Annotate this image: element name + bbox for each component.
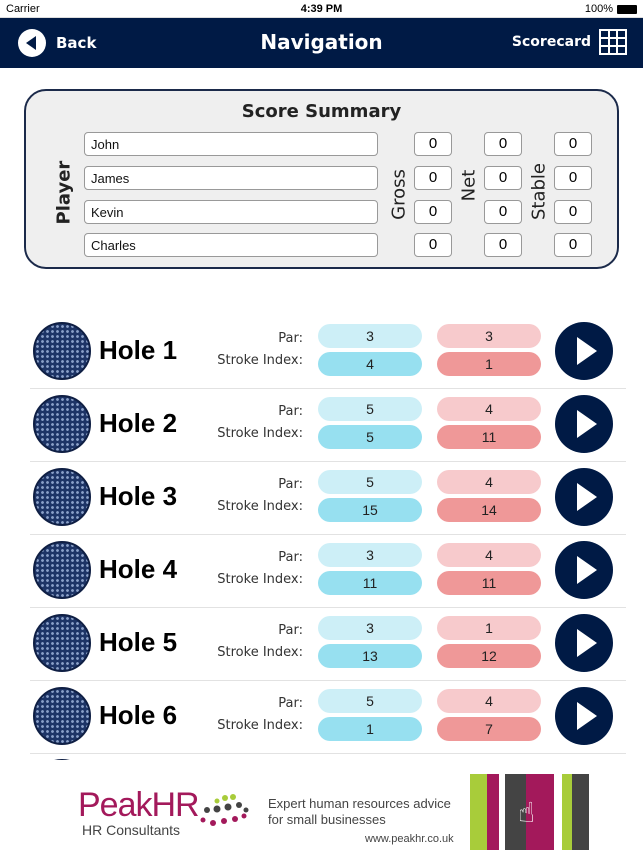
hole-row: Hole 5 Par: Stroke Index: 3 13 1 12 [30,608,626,681]
par-ladies: 4 [437,689,541,713]
gross-score-field[interactable]: 0 [414,233,452,257]
hole-name: Hole 6 [99,700,178,730]
net-label: Net [458,169,480,202]
par-ladies: 4 [437,543,541,567]
player-name-input[interactable]: John [84,132,378,156]
par-ladies: 3 [437,324,541,348]
hole-row: Hole 2 Par: Stroke Index: 5 5 4 11 [30,389,626,462]
golf-ball-icon [33,468,91,526]
stroke-index-mens: 1 [318,717,422,741]
hole-row: Hole 1 Par: Stroke Index: 3 4 3 1 [30,316,626,389]
ad-tagline-2: for small businesses [268,812,386,827]
stroke-index-mens: 4 [318,352,422,376]
summary-title: Score Summary [241,101,402,122]
net-score-field[interactable]: 0 [484,166,522,190]
par-ladies: 1 [437,616,541,640]
play-hole-button[interactable] [555,322,613,380]
gross-score-field[interactable]: 0 [414,132,452,156]
player-name-input[interactable]: Kevin [84,200,378,224]
stroke-index-label: Stroke Index: [217,718,303,733]
nav-bar: Back Navigation Scorecard [0,18,643,68]
golf-ball-icon [33,541,91,599]
ad-brand: PeakHR [78,786,200,824]
stroke-index-ladies: 7 [437,717,541,741]
net-score-field[interactable]: 0 [484,233,522,257]
stroke-index-mens: 13 [318,644,422,668]
hole-name: Hole 1 [99,335,178,365]
stroke-index-label: Stroke Index: [217,499,303,514]
net-score-field[interactable]: 0 [484,200,522,224]
stable-score-field[interactable]: 0 [554,166,592,190]
hole-row: Hole 6 Par: Stroke Index: 5 1 4 7 [30,681,626,754]
dots-logo-icon [200,794,249,826]
stable-score-field[interactable]: 0 [554,132,592,156]
play-hole-button[interactable] [555,395,613,453]
hole-name: Hole 4 [99,554,178,584]
hole-row: Hole 3 Par: Stroke Index: 5 15 4 14 [30,462,626,535]
stroke-index-ladies: 12 [437,644,541,668]
par-mens: 5 [318,689,422,713]
net-score-field[interactable]: 0 [484,132,522,156]
play-hole-button[interactable] [555,468,613,526]
hole-row: Hole 4 Par: Stroke Index: 3 11 4 11 [30,535,626,608]
stroke-index-label: Stroke Index: [217,426,303,441]
par-label: Par: [278,404,303,419]
stable-label: Stable [528,163,550,221]
stable-score-field[interactable]: 0 [554,200,592,224]
par-label: Par: [278,550,303,565]
pointer-hand-icon: ☝ [518,796,536,829]
stroke-index-ladies: 11 [437,571,541,595]
par-label: Par: [278,477,303,492]
par-mens: 5 [318,397,422,421]
stroke-index-mens: 15 [318,498,422,522]
stroke-index-label: Stroke Index: [217,572,303,587]
par-ladies: 4 [437,470,541,494]
stroke-index-label: Stroke Index: [217,353,303,368]
par-label: Par: [278,331,303,346]
par-mens: 3 [318,616,422,640]
ad-graphic: ☝ [470,774,590,850]
ad-url: www.peakhr.co.uk [365,833,454,845]
golf-ball-icon [33,395,91,453]
par-mens: 5 [318,470,422,494]
battery-percent: 100% [584,3,613,15]
ad-banner[interactable]: PeakHR HR Consultants Expert human resou… [0,760,643,858]
clock: 4:39 PM [300,3,343,15]
ad-tagline-1: Expert human resources advice [268,796,451,811]
status-bar: Carrier 4:39 PM 100% [0,0,643,18]
par-mens: 3 [318,543,422,567]
par-label: Par: [278,623,303,638]
player-name-input[interactable]: Charles [84,233,378,257]
hole-name: Hole 5 [99,627,178,657]
stroke-index-mens: 5 [318,425,422,449]
par-ladies: 4 [437,397,541,421]
ad-sub: HR Consultants [82,822,181,838]
golf-ball-icon [33,687,91,745]
hole-name: Hole 2 [99,408,178,438]
gross-score-field[interactable]: 0 [414,166,452,190]
scorecard-button[interactable]: Scorecard [512,29,627,55]
battery-icon [617,5,637,14]
par-label: Par: [278,696,303,711]
play-hole-button[interactable] [555,687,613,745]
score-summary: Score Summary Player Gross Net Stable Jo… [24,89,619,269]
golf-ball-icon [33,322,91,380]
stable-score-field[interactable]: 0 [554,233,592,257]
grid-icon [599,29,627,55]
play-hole-button[interactable] [555,541,613,599]
gross-score-field[interactable]: 0 [414,200,452,224]
golf-ball-icon [33,614,91,672]
stroke-index-ladies: 14 [437,498,541,522]
scorecard-label: Scorecard [511,34,591,50]
par-mens: 3 [318,324,422,348]
play-hole-button[interactable] [555,614,613,672]
stroke-index-label: Stroke Index: [217,645,303,660]
stroke-index-ladies: 11 [437,425,541,449]
gross-label: Gross [388,169,410,220]
player-name-input[interactable]: James [84,166,378,190]
player-label: Player [53,160,75,225]
stroke-index-ladies: 1 [437,352,541,376]
hole-name: Hole 3 [99,481,178,511]
stroke-index-mens: 11 [318,571,422,595]
